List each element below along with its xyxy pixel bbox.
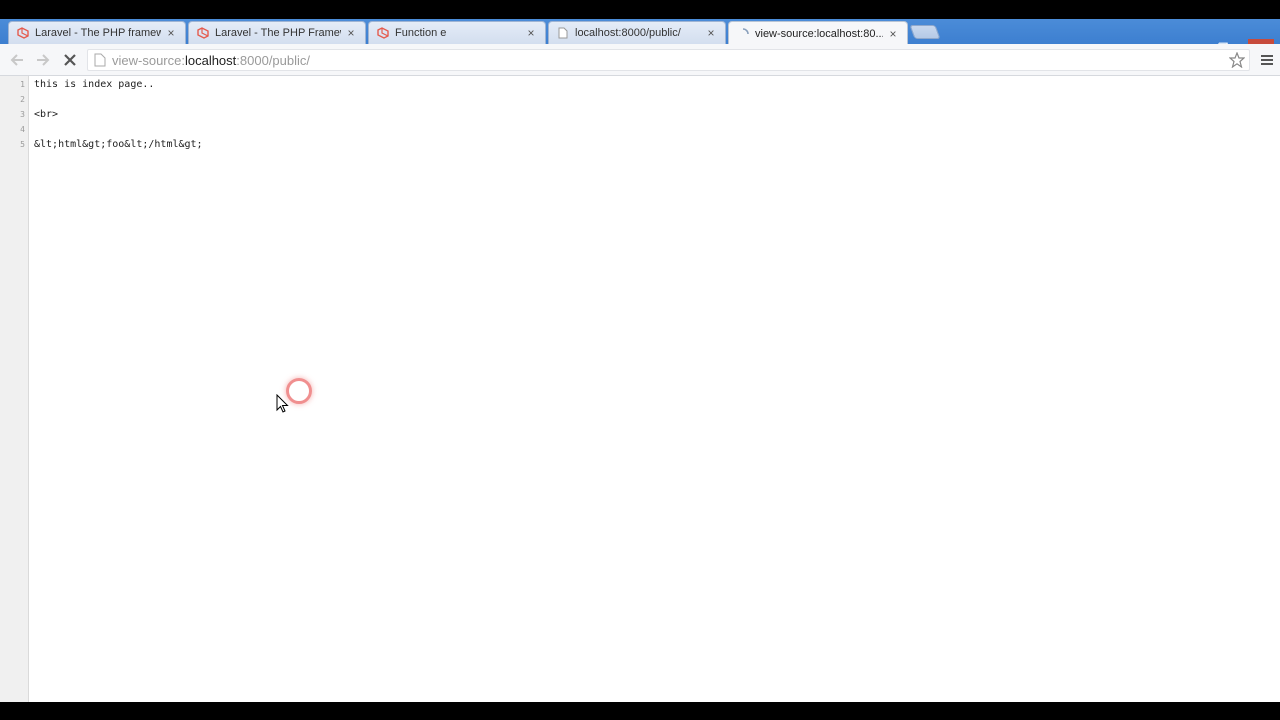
laravel-icon	[17, 27, 29, 39]
address-bar[interactable]: view-source: localhost:8000/public/	[87, 49, 1250, 71]
line-code: &lt;html&gt;foo&lt;/html&gt;	[34, 139, 203, 150]
tab-laravel-2[interactable]: Laravel - The PHP Framew... ×	[188, 21, 366, 44]
close-icon[interactable]: ×	[165, 27, 177, 39]
close-icon[interactable]: ×	[525, 27, 537, 39]
laravel-icon	[197, 27, 209, 39]
source-line: 4	[0, 123, 1280, 138]
forward-button[interactable]	[34, 52, 52, 68]
source-line: 5 &lt;html&gt;foo&lt;/html&gt;	[0, 138, 1280, 153]
line-number: 4	[20, 125, 25, 134]
tab-laravel-1[interactable]: Laravel - The PHP framew... ×	[8, 21, 186, 44]
source-line: 1 this is index page..	[0, 78, 1280, 93]
menu-button[interactable]	[1258, 52, 1276, 68]
tab-view-source[interactable]: view-source:localhost:80... ×	[728, 21, 908, 45]
tab-title: view-source:localhost:80...	[755, 27, 883, 40]
stop-icon	[64, 54, 76, 66]
arrow-right-icon	[37, 54, 50, 66]
tab-localhost[interactable]: localhost:8000/public/ ×	[548, 21, 726, 44]
url-path: :8000/public/	[236, 52, 311, 68]
source-line: 3 <br>	[0, 108, 1280, 123]
line-number: 5	[20, 140, 25, 149]
toolbar: view-source: localhost:8000/public/	[0, 44, 1280, 76]
line-code: this is index page..	[34, 79, 155, 90]
tab-title: Laravel - The PHP Framew...	[215, 27, 341, 39]
page-icon	[557, 27, 569, 39]
line-number: 2	[20, 95, 25, 104]
back-button[interactable]	[8, 52, 26, 68]
tab-title: Laravel - The PHP framew...	[35, 27, 161, 39]
source-line: 2	[0, 93, 1280, 108]
line-number-gutter	[0, 76, 29, 702]
tab-title: localhost:8000/public/	[575, 27, 681, 39]
tab-strip: Laravel - The PHP framew... × Laravel - …	[0, 19, 1280, 57]
close-icon[interactable]: ×	[705, 27, 717, 39]
mouse-cursor-icon	[276, 394, 289, 413]
line-number: 3	[20, 110, 25, 119]
url-host: localhost	[184, 52, 237, 68]
close-icon[interactable]: ×	[887, 28, 899, 40]
close-icon[interactable]: ×	[345, 27, 357, 39]
tab-title: Function e	[395, 27, 447, 39]
loading-icon	[737, 27, 749, 40]
bookmark-button[interactable]	[1228, 52, 1246, 68]
tab-function[interactable]: Function e ×	[368, 21, 546, 44]
line-code: <br>	[34, 109, 59, 120]
page-content: 1 this is index page.. 2 3 <br> 4 5 &lt;…	[0, 76, 1280, 702]
stop-button[interactable]	[61, 52, 79, 68]
arrow-left-icon	[10, 54, 23, 66]
line-number: 1	[20, 80, 25, 89]
new-tab-button[interactable]	[909, 25, 941, 39]
menu-icon	[1261, 55, 1273, 65]
url-scheme: view-source:	[112, 52, 185, 68]
page-icon	[94, 53, 106, 67]
star-icon	[1229, 52, 1245, 68]
laravel-icon	[377, 27, 389, 39]
screen: Laravel - The PHP framew... × Laravel - …	[0, 0, 1280, 720]
